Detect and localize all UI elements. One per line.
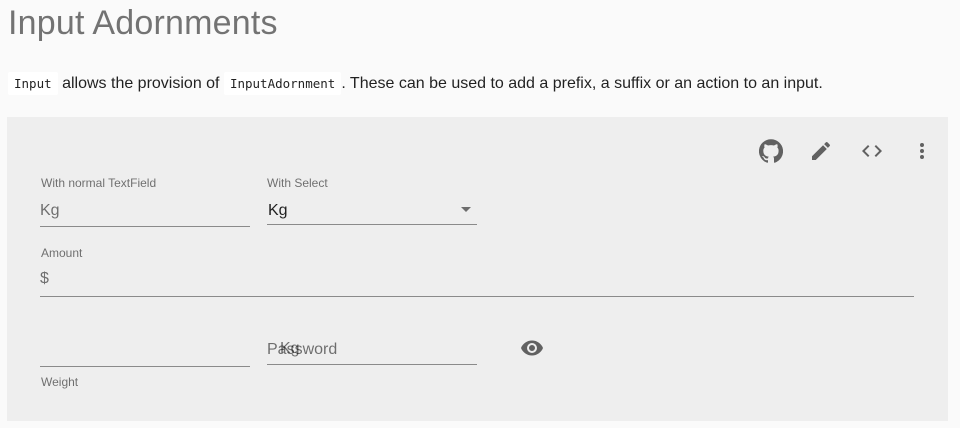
code-icon[interactable] [848,127,896,175]
amount-input[interactable] [40,267,914,296]
github-icon[interactable] [747,127,795,175]
page-title: Input Adornments [8,4,278,42]
visibility-icon[interactable] [512,328,552,368]
select-label: With Select [267,176,328,190]
select-value: Kg [268,202,288,219]
intro-paragraph: Input allows the provision of InputAdorn… [8,70,823,98]
intro-text-1: allows the provision of [57,75,224,92]
password-field[interactable]: Kg [267,336,477,365]
normal-textfield-label: With normal TextField [41,176,157,190]
inline-code-inputadornment: InputAdornment [223,72,342,95]
amount-field[interactable]: $ [40,267,914,297]
more-vert-icon[interactable] [898,127,946,175]
normal-textfield[interactable]: Kg [40,198,250,227]
normal-textfield-input[interactable] [40,198,250,226]
dropdown-arrow-icon [461,207,471,212]
weight-field[interactable] [40,336,250,367]
weight-kg-adornment: Kg [280,340,300,357]
weight-helper-text: Weight [41,375,79,389]
unit-select[interactable]: Kg [267,198,477,225]
demo-container: With normal TextField Kg With Select Kg … [7,117,948,421]
dollar-adornment: $ [40,270,49,287]
weight-input[interactable] [40,336,250,366]
amount-label: Amount [41,246,83,260]
kg-adornment: Kg [40,202,60,219]
intro-text-2: . These can be used to add a prefix, a s… [341,75,823,92]
inline-code-input: Input [8,72,58,95]
edit-icon[interactable] [797,127,845,175]
